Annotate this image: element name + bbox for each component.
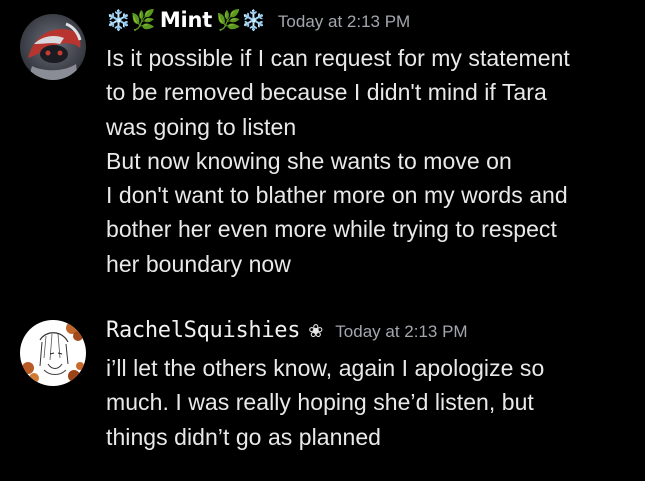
message-line: her boundary now bbox=[106, 250, 291, 277]
message-line: things didn’t go as planned bbox=[106, 423, 382, 450]
message-line: bother her even more while trying to res… bbox=[106, 216, 557, 243]
message-line: to be removed because I didn't mind if T… bbox=[106, 79, 547, 106]
robot-avatar-icon bbox=[20, 14, 86, 80]
message-line: i’ll let the others know, again I apolog… bbox=[106, 355, 545, 381]
message-line: Is it possible if I can request for my s… bbox=[106, 45, 570, 71]
message-line: But now knowing she wants to move on bbox=[106, 147, 512, 174]
timestamp: Today at 2:13 PM bbox=[335, 322, 468, 341]
message-line: was going to listen bbox=[106, 113, 297, 140]
message-header: ❄️🌿 Mint 🌿❄️ Today at 2:13 PM bbox=[106, 8, 637, 40]
timestamp: Today at 2:13 PM bbox=[277, 12, 411, 31]
message-line: much. I was really hoping she’d listen, … bbox=[106, 389, 534, 416]
message-header: RachelSquishies ❀ Today at 2:13 PM bbox=[106, 318, 637, 350]
avatar[interactable] bbox=[20, 14, 86, 80]
message-line: I don't want to blather more on my words… bbox=[106, 182, 568, 209]
message-text: i’ll let the others know, again I apolog… bbox=[106, 351, 637, 454]
username[interactable]: RachelSquishies bbox=[106, 318, 300, 343]
username[interactable]: Mint bbox=[160, 8, 212, 32]
message-text: Is it possible if I can request for my s… bbox=[106, 41, 637, 281]
flower-icon: ❀ bbox=[308, 321, 324, 342]
avatar[interactable] bbox=[20, 320, 86, 386]
sketch-character-avatar-icon bbox=[20, 320, 86, 386]
username-prefix-decoration: ❄️🌿 bbox=[106, 8, 156, 32]
username-suffix-decoration: 🌿❄️ bbox=[216, 8, 266, 32]
